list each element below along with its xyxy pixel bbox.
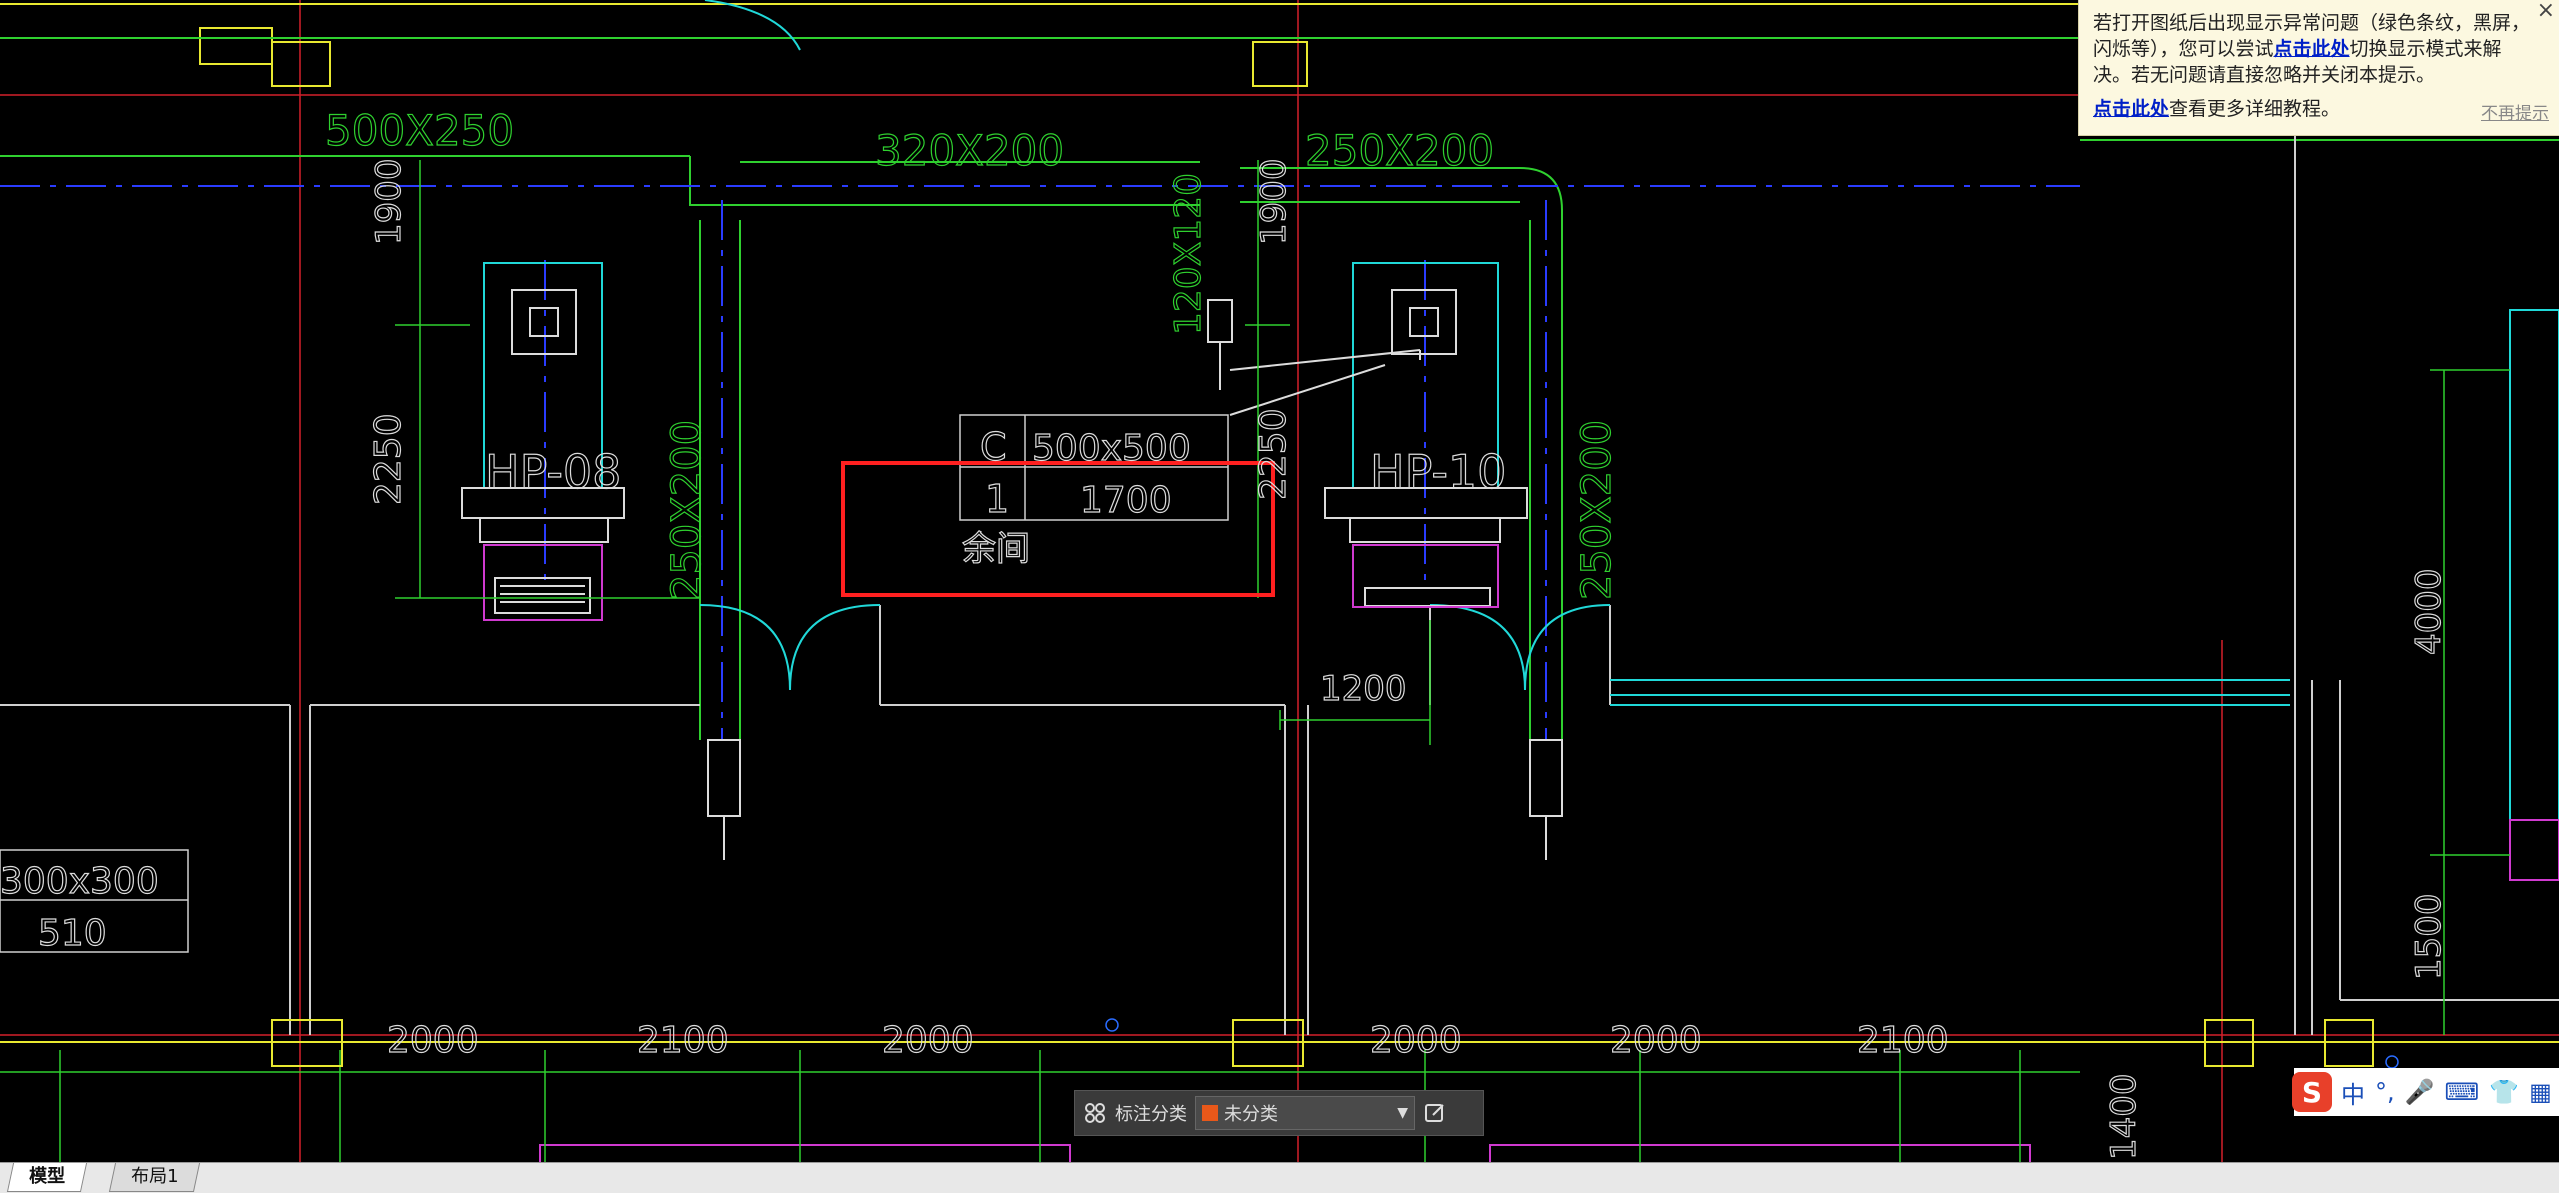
- duct-label-250x200: 250X200: [1305, 126, 1494, 175]
- chevron-down-icon: ▼: [1397, 1105, 1408, 1121]
- selection-highlight: [841, 461, 1275, 597]
- grid-icon[interactable]: [1075, 1091, 1115, 1135]
- tab-layout1[interactable]: 布局1: [108, 1163, 201, 1192]
- duct-label-120x120: 120X120: [1168, 173, 1209, 335]
- unit-label-hp08: HP-08: [485, 445, 621, 499]
- tab-model[interactable]: 模型: [6, 1163, 88, 1192]
- display-issue-notice: × 若打开图纸后出现显示异常问题（绿色条纹，黑屏，闪烁等），您可以尝试点击此处切…: [2078, 0, 2559, 136]
- dim-1200: 1200: [1320, 669, 1407, 709]
- tag-cell-1: 1: [985, 477, 1009, 521]
- tutorial-link[interactable]: 点击此处: [2093, 98, 2169, 120]
- annotation-category-select[interactable]: 未分类 ▼: [1195, 1096, 1415, 1130]
- dim-1900-left: 1900: [369, 158, 409, 245]
- dim-2250-left: 2250: [368, 413, 409, 505]
- dim-bottom-2: 2100: [637, 1020, 729, 1061]
- cad-viewport[interactable]: 500X250 320X200 250X200 250X200 250X200 …: [0, 0, 2559, 1162]
- dim-bottom-1: 2000: [387, 1020, 479, 1061]
- dim-1500: 1500: [2409, 893, 2449, 980]
- microphone-icon[interactable]: 🎤: [2405, 1078, 2435, 1106]
- dim-bottom-5: 2000: [1610, 1020, 1702, 1061]
- notice-text-3: 查看更多详细教程。: [2169, 98, 2341, 120]
- edit-icon: [1425, 1104, 1444, 1122]
- layout-tab-bar: 模型 布局1: [0, 1162, 2559, 1193]
- skin-icon[interactable]: 👕: [2489, 1078, 2519, 1106]
- category-selected-value: 未分类: [1224, 1104, 1278, 1125]
- tag-cell-size: 500x500: [1032, 428, 1191, 469]
- duct-label-320x200: 320X200: [875, 126, 1064, 175]
- notice-message: 若打开图纸后出现显示异常问题（绿色条纹，黑屏，闪烁等），您可以尝试点击此处切换显…: [2093, 10, 2531, 88]
- dim-1900-right: 1900: [1254, 158, 1294, 245]
- tab-model-label: 模型: [29, 1166, 66, 1187]
- menu-grid-icon[interactable]: ▦: [2529, 1078, 2552, 1106]
- left-table-value: 510: [38, 913, 107, 954]
- dim-2250-right: 2250: [1253, 408, 1294, 500]
- cad-drawing-canvas[interactable]: 500X250 320X200 250X200 250X200 250X200 …: [0, 0, 2559, 1162]
- ime-language-toggle[interactable]: 中: [2341, 1075, 2365, 1110]
- dont-show-again-link[interactable]: 不再提示: [2481, 101, 2549, 127]
- annotation-category-bar: 标注分类 未分类 ▼: [1074, 1090, 1484, 1136]
- duct-label-vertical-right: 250X200: [1574, 420, 1620, 600]
- left-table-size: 300x300: [0, 861, 159, 902]
- edit-category-button[interactable]: [1415, 1091, 1455, 1135]
- annotation-category-label: 标注分类: [1115, 1104, 1187, 1125]
- tag-cell-c: C: [980, 425, 1007, 469]
- duct-label-vertical-left: 250X200: [664, 420, 710, 600]
- ime-punctuation-toggle[interactable]: °,: [2375, 1078, 2395, 1106]
- notice-close-button[interactable]: ×: [2537, 0, 2555, 24]
- dim-1400: 1400: [2104, 1073, 2144, 1160]
- category-color-swatch: [1202, 1105, 1218, 1121]
- keyboard-icon[interactable]: ⌨: [2445, 1078, 2480, 1106]
- tag-cell-1700: 1700: [1080, 480, 1172, 521]
- dim-4000: 4000: [2409, 568, 2449, 655]
- dim-bottom-4: 2000: [1370, 1020, 1462, 1061]
- sogou-logo-icon[interactable]: S: [2292, 1072, 2332, 1112]
- unit-label-hp10: HP-10: [1370, 445, 1506, 499]
- tab-layout1-label: 布局1: [131, 1166, 179, 1187]
- duct-label-500x250: 500X250: [325, 106, 514, 155]
- switch-display-mode-link[interactable]: 点击此处: [2274, 38, 2350, 60]
- dim-bottom-6: 2100: [1857, 1020, 1949, 1061]
- ime-toolbar: S 中 °, 🎤 ⌨ 👕 ▦: [2292, 1068, 2559, 1116]
- tag-note: 余间: [962, 529, 1030, 569]
- dim-bottom-3: 2000: [882, 1020, 974, 1061]
- notice-tutorial-line: 点击此处查看更多详细教程。: [2093, 96, 2340, 122]
